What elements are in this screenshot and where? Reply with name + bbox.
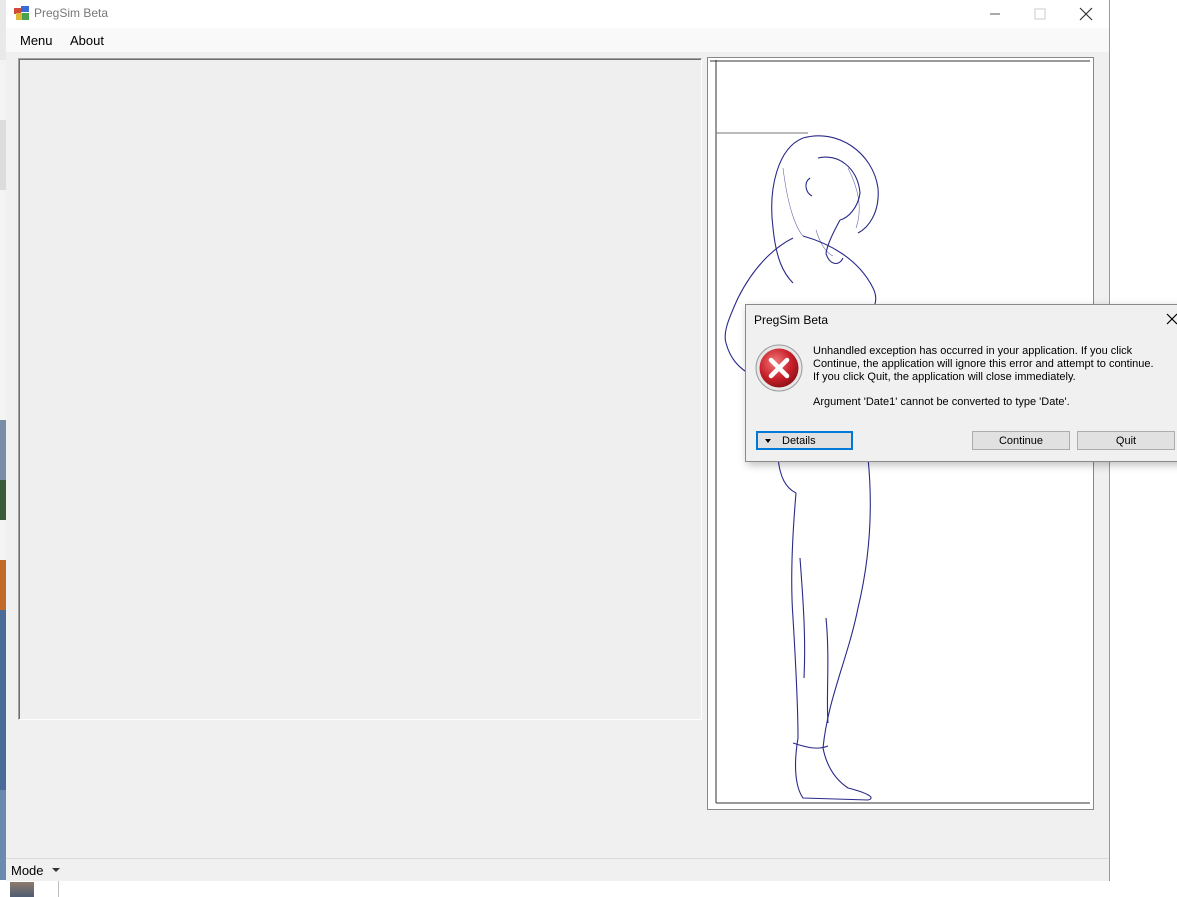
mode-dropdown-label[interactable]: Mode [11,863,44,878]
menu-item-menu[interactable]: Menu [20,33,53,48]
close-button[interactable] [1063,0,1109,28]
error-message: Unhandled exception has occurred in your… [813,345,1154,383]
desktop-thumbnail [10,882,34,897]
menu-item-about[interactable]: About [70,33,104,48]
close-icon [1166,313,1177,325]
window-title: PregSim Beta [34,6,109,20]
maximize-icon [1034,8,1046,20]
minimize-icon [990,13,1000,15]
details-label: Details [782,434,816,447]
title-bar[interactable]: PregSim Beta [6,0,1109,28]
app-icon [14,6,29,20]
dialog-close-button[interactable] [1164,311,1177,327]
quit-label: Quit [1115,434,1137,447]
close-icon [1079,7,1093,21]
menu-bar: Menu About [6,28,1109,52]
desktop-bottom-edge [0,880,1177,897]
caret-down-icon [765,438,771,443]
quit-button[interactable]: Quit [1077,431,1175,450]
minimize-button[interactable] [972,0,1018,28]
details-button[interactable]: Details [756,431,853,450]
chevron-down-icon[interactable] [52,868,60,872]
error-x-icon [755,344,803,392]
error-detail-text: Argument 'Date1' cannot be converted to … [813,396,1070,408]
divider [58,880,59,897]
maximize-button[interactable] [1017,0,1063,28]
dialog-title: PregSim Beta [754,313,829,327]
error-dialog: PregSim Beta Unhandled exception has occ… [745,304,1177,462]
content-panel [18,58,702,720]
status-bar: Mode [6,858,1109,881]
continue-label: Continue [998,434,1044,447]
continue-button[interactable]: Continue [972,431,1070,450]
